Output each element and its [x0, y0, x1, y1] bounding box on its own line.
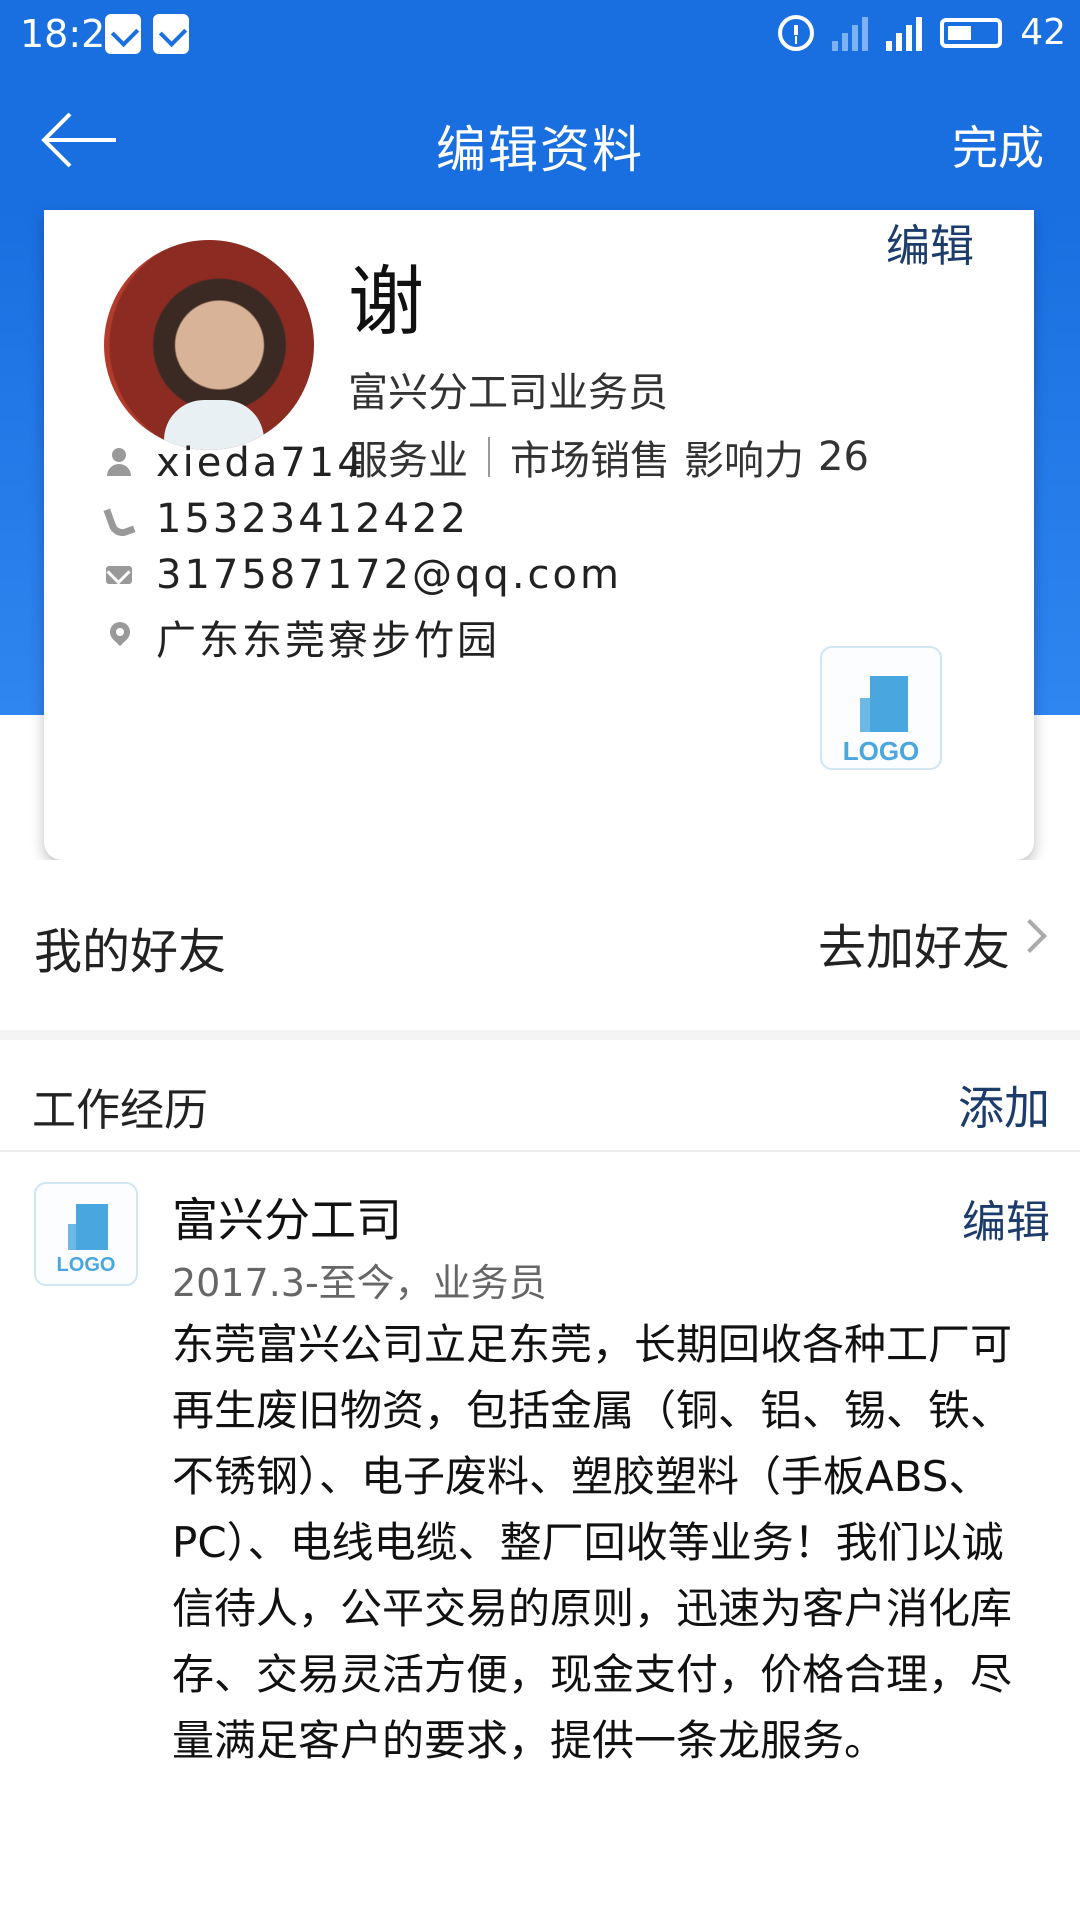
alarm-icon [778, 14, 815, 51]
status-indicators: 42 [778, 12, 1066, 53]
phone-icon [104, 504, 134, 534]
influence-value: 26 [818, 434, 869, 480]
profile-name: 谢 [348, 257, 424, 346]
signal-icon [832, 15, 869, 51]
industry-tag: 服务业 [348, 438, 468, 484]
email-row: 317587172@qq.com [104, 552, 622, 598]
chevron-right-icon [1013, 919, 1047, 953]
profile-card: 编辑 谢 富兴分工司业务员 服务业 市场销售 影响力 26 xieda714 1… [44, 210, 1034, 860]
done-button[interactable]: 完成 [952, 112, 1044, 178]
username: xieda714 [156, 440, 366, 486]
friends-row[interactable]: 我的好友 去加好友 [0, 860, 1080, 1032]
phone-number: 15323412422 [156, 496, 469, 542]
work-experience-header: 工作经历 添加 [0, 1040, 1080, 1152]
phone-row: 15323412422 [104, 496, 469, 542]
company-logo: LOGO [34, 1182, 138, 1286]
email: 317587172@qq.com [156, 552, 622, 598]
edit-profile-button[interactable]: 编辑 [886, 210, 974, 274]
edit-work-button[interactable]: 编辑 [962, 1186, 1050, 1250]
field-tag: 市场销售 [510, 438, 670, 484]
location-pin-icon [104, 622, 134, 652]
add-friends-link[interactable]: 去加好友 [818, 908, 1010, 978]
profile-tags: 服务业 市场销售 影响力 26 [348, 428, 869, 486]
influence-label: 影响力 [684, 438, 804, 484]
logo-text: LOGO [842, 736, 920, 766]
divider [488, 437, 490, 477]
work-section-title: 工作经历 [32, 1085, 208, 1136]
mail-icon [104, 560, 134, 590]
logo-text: LOGO [56, 1254, 116, 1276]
battery-icon [940, 17, 1003, 48]
company-logo: LOGO [820, 646, 942, 770]
battery-level: 42 [1020, 12, 1066, 53]
building-icon [76, 1204, 108, 1250]
work-description: 东莞富兴公司立足东莞，长期回收各种工厂可再生废旧物资，包括金属（铜、铝、锡、铁、… [172, 1320, 1013, 1765]
work-item: LOGO 富兴分工司 编辑 2017.3-至今，业务员 东莞富兴公司立足东莞，长… [0, 1152, 1080, 1920]
signal-4g-icon [886, 15, 923, 51]
app-notification-icon [105, 14, 141, 54]
avatar[interactable] [104, 240, 314, 450]
user-icon [104, 448, 134, 478]
nav-bar: 编辑资料 完成 [0, 70, 1080, 210]
add-work-button[interactable]: 添加 [958, 1072, 1050, 1138]
page-title: 编辑资料 [436, 121, 644, 179]
username-row: xieda714 [104, 440, 366, 486]
friends-label: 我的好友 [34, 924, 227, 980]
divider [0, 1030, 1080, 1040]
building-icon [870, 676, 908, 732]
profile-job-title: 富兴分工司业务员 [348, 370, 668, 416]
location: 广东东莞寮步竹园 [156, 618, 500, 664]
status-bar: 18:20 42 [0, 0, 1080, 70]
location-row: 广东东莞寮步竹园 [104, 608, 500, 666]
company-name: 富兴分工司 [172, 1193, 402, 1247]
work-period: 2017.3-至今，业务员 [172, 1261, 547, 1305]
app-notification-icon [153, 14, 189, 54]
